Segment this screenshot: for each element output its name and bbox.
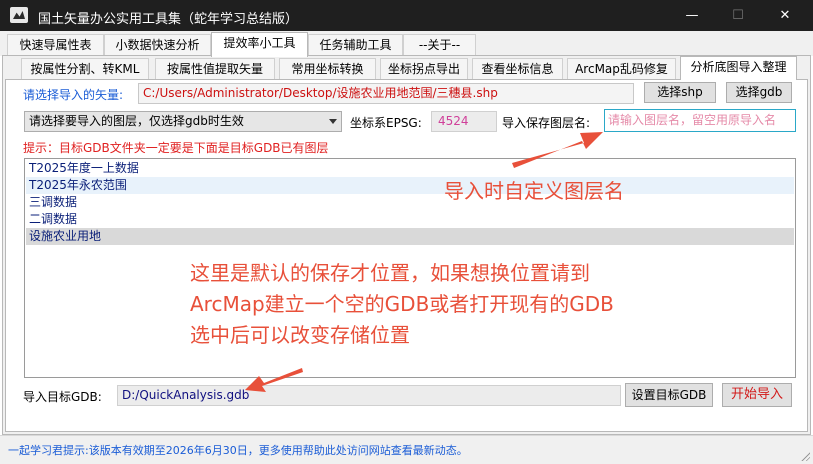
- resize-grip-icon[interactable]: [800, 451, 810, 461]
- status-bar: 一起学习君提示:该版本有效期至2026年6月30日，更多使用帮助此处访问网站查看…: [0, 435, 813, 464]
- annotation-line: 这里是默认的保存才位置，如果想换位置请到: [190, 261, 590, 285]
- tools-panel: 按属性分割、转KML 按属性值提取矢量 常用坐标转换 坐标拐点导出 查看坐标信息…: [2, 55, 811, 435]
- list-item[interactable]: 三调数据: [26, 194, 794, 211]
- subtab-coord-info[interactable]: 查看坐标信息: [472, 58, 563, 80]
- epsg-label: 坐标系EPSG:: [350, 116, 422, 130]
- start-import-button[interactable]: 开始导入: [722, 383, 792, 407]
- save-name-label: 导入保存图层名:: [502, 116, 591, 130]
- title-bar: 国土矢量办公实用工具集（蛇年学习总结版） — ☐ ✕: [0, 0, 813, 31]
- layer-select-dropdown[interactable]: 请选择要导入的图层，仅选择gdb时生效: [24, 111, 342, 132]
- subtab-extract-vector[interactable]: 按属性值提取矢量: [155, 58, 275, 80]
- maximize-button[interactable]: ☐: [715, 0, 761, 31]
- annotation-custom-name: 导入时自定义图层名: [444, 179, 624, 203]
- basemap-import-page: 请选择导入的矢量: C:/Users/Administrator/Desktop…: [5, 79, 808, 432]
- vector-path-field[interactable]: C:/Users/Administrator/Desktop/设施农业用地范围/…: [138, 83, 634, 104]
- subtab-vertex-export[interactable]: 坐标拐点导出: [380, 58, 468, 80]
- gdb-path-field[interactable]: D:/QuickAnalysis.gdb: [117, 385, 621, 406]
- tab-task-assist-tools[interactable]: 任务辅助工具: [308, 34, 403, 56]
- list-item[interactable]: T2025年度一上数据: [26, 160, 794, 177]
- hint-text: 提示：目标GDB文件夹一定要是下面是目标GDB已有图层: [23, 141, 329, 155]
- save-layer-name-input[interactable]: 请输入图层名，留空用原导入名: [604, 109, 796, 132]
- app-logo-icon: [10, 7, 28, 23]
- status-text[interactable]: 一起学习君提示:该版本有效期至2026年6月30日，更多使用帮助此处访问网站查看…: [8, 442, 468, 458]
- layer-select-value: 请选择要导入的图层，仅选择gdb时生效: [29, 114, 244, 128]
- subtab-basemap-import[interactable]: 分析底图导入整理: [680, 56, 797, 80]
- list-item[interactable]: 设施农业用地: [26, 228, 794, 245]
- chevron-down-icon: [329, 119, 337, 124]
- list-item[interactable]: 二调数据: [26, 211, 794, 228]
- epsg-field[interactable]: 4524: [431, 111, 497, 132]
- close-button[interactable]: ✕: [762, 0, 808, 31]
- gdb-label: 导入目标GDB:: [23, 390, 102, 404]
- select-shp-button[interactable]: 选择shp: [644, 82, 716, 103]
- tab-about[interactable]: --关于--: [403, 34, 476, 56]
- set-target-gdb-button[interactable]: 设置目标GDB: [625, 383, 713, 407]
- tab-efficiency-tools[interactable]: 提效率小工具: [211, 32, 308, 57]
- select-gdb-button[interactable]: 选择gdb: [726, 82, 792, 103]
- subtab-split-kml[interactable]: 按属性分割、转KML: [21, 58, 149, 80]
- minimize-button[interactable]: —: [669, 0, 715, 31]
- annotation-line: 选中后可以改变存储位置: [190, 323, 410, 347]
- subtab-arcmap-encoding[interactable]: ArcMap乱码修复: [567, 58, 676, 80]
- subtab-coord-convert[interactable]: 常用坐标转换: [279, 58, 376, 80]
- annotation-line: ArcMap建立一个空的GDB或者打开现有的GDB: [190, 292, 614, 316]
- main-tab-bar: 快速导属性表 小数据快速分析 提效率小工具 任务辅助工具 --关于--: [0, 31, 813, 57]
- list-item[interactable]: T2025年永农范围: [26, 177, 794, 194]
- vector-label: 请选择导入的矢量:: [23, 88, 124, 102]
- window-title: 国土矢量办公实用工具集（蛇年学习总结版）: [38, 12, 299, 27]
- annotation-default-location: 这里是默认的保存才位置，如果想换位置请到 ArcMap建立一个空的GDB或者打开…: [190, 258, 614, 351]
- tab-small-data-analysis[interactable]: 小数据快速分析: [104, 34, 211, 56]
- tab-quick-attribute-export[interactable]: 快速导属性表: [7, 34, 104, 56]
